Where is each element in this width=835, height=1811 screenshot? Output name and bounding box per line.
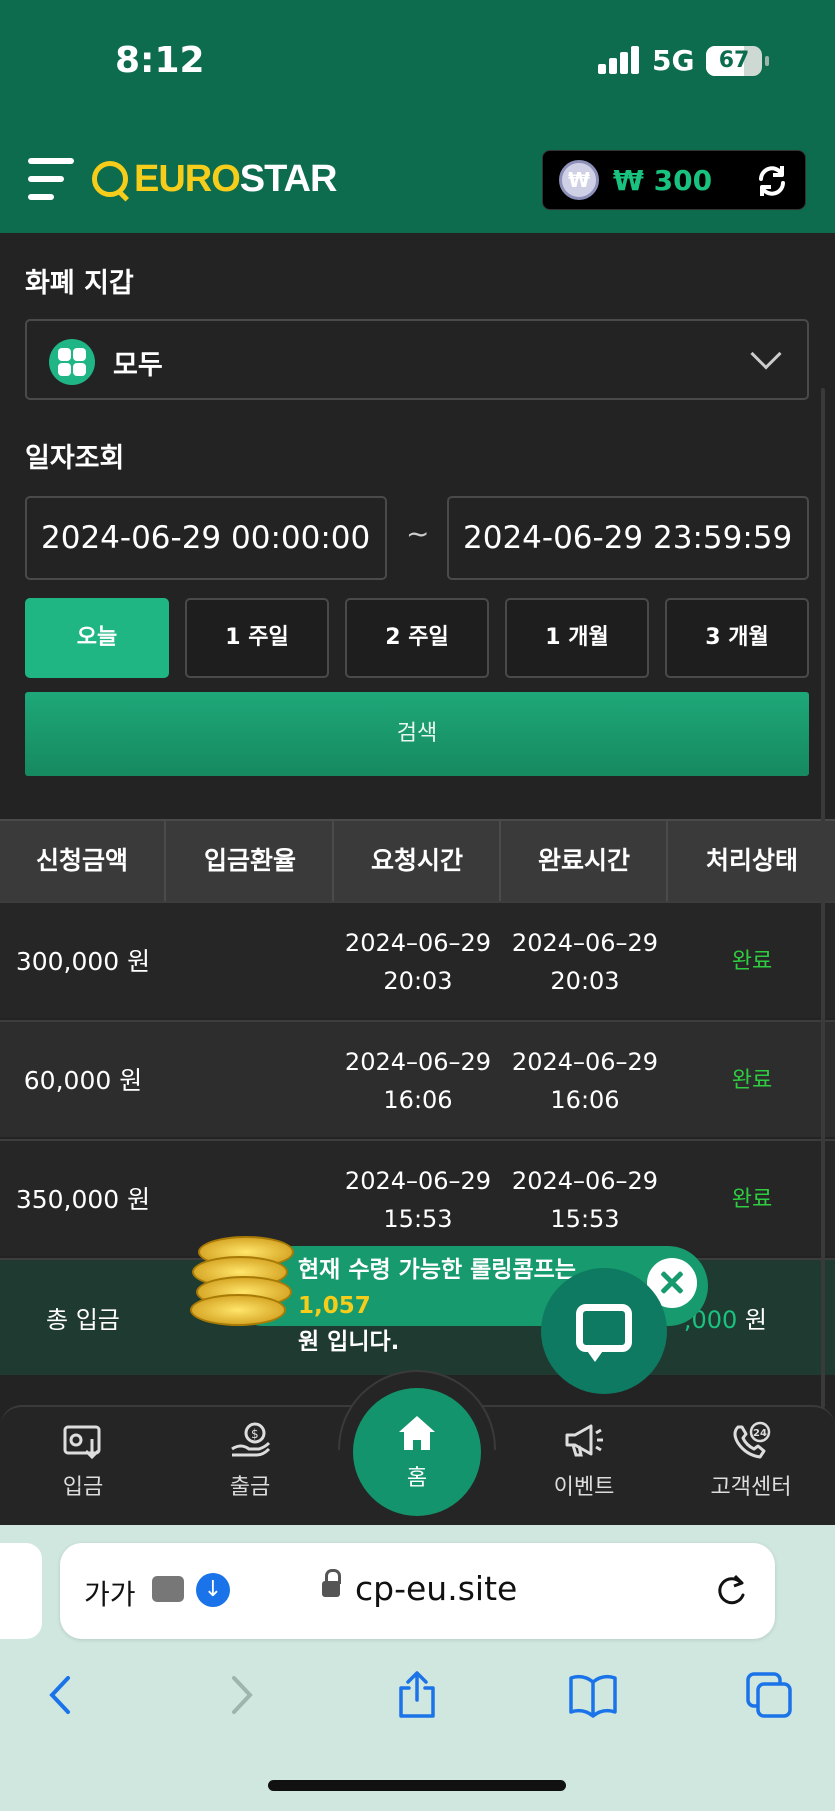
megaphone-icon — [565, 1424, 603, 1457]
date-filter-label: 일자조회 — [25, 443, 125, 474]
row-requested-time: 2024–06–29 16:06 — [344, 1047, 492, 1114]
home-indicator[interactable] — [268, 1780, 566, 1791]
row-requested-time: 2024–06–29 15:53 — [344, 1166, 492, 1233]
toast-line1: 현재 수령 가능한 롤링콤프는 — [298, 1257, 576, 1283]
period-1week-button[interactable]: 1 주일 — [185, 598, 329, 678]
row-status: 완료 — [731, 1067, 773, 1093]
row-status: 완료 — [731, 948, 773, 974]
svg-text:24: 24 — [753, 1428, 767, 1439]
logo-text-euro: EURO — [134, 157, 241, 200]
network-type: 5G — [652, 44, 695, 77]
wallet-select[interactable]: 모두 — [25, 319, 809, 400]
column-header-amount: 신청금액 — [0, 821, 166, 901]
previous-tab-preview[interactable] — [0, 1543, 42, 1639]
wallet-select-value: 모두 — [113, 350, 163, 381]
tabs-icon[interactable] — [744, 1670, 794, 1720]
logo-mark-icon — [92, 161, 128, 197]
total-unit: 원 — [737, 1306, 767, 1334]
home-icon — [399, 1416, 435, 1450]
wallet-balance: ₩ ₩ 300 — [542, 150, 806, 210]
chevron-down-icon — [750, 338, 782, 370]
total-label: 총 입금 — [46, 1306, 120, 1334]
row-rate — [168, 1022, 334, 1139]
row-completed-time: 2024–06–29 16:06 — [511, 1047, 659, 1114]
nav-event[interactable]: 이벤트 — [501, 1407, 667, 1527]
start-date-field[interactable] — [25, 496, 387, 580]
row-status: 완료 — [731, 1186, 773, 1212]
share-icon[interactable] — [392, 1670, 442, 1720]
end-date-input[interactable] — [449, 498, 807, 578]
url-text[interactable]: cp-eu.site — [355, 1569, 517, 1608]
withdraw-icon: $ — [231, 1422, 271, 1457]
row-rate — [168, 903, 334, 1020]
bookmarks-icon[interactable] — [568, 1670, 618, 1720]
period-today-button[interactable]: 오늘 — [25, 598, 169, 678]
battery-icon: 67 — [706, 46, 769, 76]
toast-line2: 원 입니다. — [298, 1329, 400, 1355]
extension-icon[interactable] — [152, 1576, 184, 1602]
wallet-amount: ₩ 300 — [613, 163, 713, 197]
row-completed-time: 2024–06–29 15:53 — [511, 1166, 659, 1233]
battery-level: 67 — [718, 48, 750, 73]
date-separator: ~ — [406, 517, 430, 550]
end-date-field[interactable] — [447, 496, 809, 580]
row-amount: 300,000 원 — [15, 946, 151, 976]
menu-icon[interactable] — [28, 158, 74, 202]
chat-bubble-icon — [576, 1304, 632, 1352]
period-2week-button[interactable]: 2 주일 — [345, 598, 489, 678]
chat-bubble-tail — [585, 1348, 605, 1362]
wallet-filter-label: 화폐 지갑 — [25, 268, 134, 299]
lock-icon — [322, 1569, 341, 1599]
row-amount: 350,000 원 — [15, 1184, 151, 1214]
all-grid-icon — [49, 339, 95, 385]
logo-text-star: STAR — [239, 157, 338, 200]
reload-icon[interactable] — [713, 1573, 749, 1609]
period-1month-button[interactable]: 1 개월 — [505, 598, 649, 678]
nav-withdraw[interactable]: $ 출금 — [167, 1407, 333, 1527]
won-coin-icon: ₩ — [559, 160, 599, 200]
download-icon[interactable]: ↓ — [196, 1573, 230, 1607]
status-time: 8:12 — [115, 40, 205, 81]
nav-support[interactable]: 24 고객센터 — [668, 1407, 834, 1527]
table-row: 60,000 원 2024–06–29 16:06 2024–06–29 16:… — [0, 1020, 835, 1137]
nav-support-label: 고객센터 — [710, 1475, 792, 1500]
table-header: 신청금액 입금환율 요청시간 완료시간 처리상태 — [0, 819, 835, 901]
svg-text:$: $ — [251, 1427, 259, 1441]
table-row: 300,000 원 2024–06–29 20:03 2024–06–29 20… — [0, 901, 835, 1018]
column-header-status: 처리상태 — [705, 846, 798, 875]
support-24-icon: 24 — [733, 1421, 771, 1459]
column-header-rate: 입금환율 — [168, 821, 334, 901]
row-requested-time: 2024–06–29 20:03 — [344, 928, 492, 995]
nav-withdraw-label: 출금 — [229, 1475, 271, 1500]
deposit-icon — [63, 1425, 101, 1460]
nav-deposit-label: 입금 — [62, 1475, 104, 1500]
period-buttons: 오늘 1 주일 2 주일 1 개월 3 개월 — [25, 598, 809, 678]
address-bar[interactable]: 가가 ↓ cp-eu.site — [60, 1543, 775, 1639]
table-row: 350,000 원 2024–06–29 15:53 2024–06–29 15… — [0, 1139, 835, 1256]
search-button[interactable]: 검색 — [25, 692, 809, 776]
signal-icon — [598, 46, 640, 74]
nav-event-label: 이벤트 — [553, 1475, 615, 1500]
nav-deposit[interactable]: 입금 — [0, 1407, 166, 1527]
gold-coins-icon — [190, 1236, 294, 1326]
eurostar-logo[interactable]: EURO STAR — [92, 157, 338, 201]
column-header-requested: 요청시간 — [335, 821, 501, 901]
column-header-completed: 완료시간 — [502, 821, 668, 901]
start-date-input[interactable] — [27, 498, 385, 578]
page-scrollbar[interactable] — [821, 388, 825, 1408]
row-completed-time: 2024–06–29 20:03 — [511, 928, 659, 995]
chat-button[interactable] — [541, 1268, 667, 1394]
text-size-button[interactable]: 가가 — [84, 1573, 136, 1613]
toast-amount: 1,057 — [298, 1293, 371, 1319]
nav-home-label: 홈 — [406, 1466, 428, 1491]
refresh-icon[interactable] — [755, 164, 789, 198]
app-header: 8:12 5G 67 EURO STAR ₩ ₩ 300 — [0, 0, 835, 233]
forward-icon[interactable] — [216, 1670, 266, 1720]
nav-home[interactable]: 홈 — [353, 1388, 481, 1516]
period-3month-button[interactable]: 3 개월 — [665, 598, 809, 678]
row-amount: 60,000 원 — [23, 1065, 143, 1095]
back-icon[interactable] — [36, 1670, 86, 1720]
